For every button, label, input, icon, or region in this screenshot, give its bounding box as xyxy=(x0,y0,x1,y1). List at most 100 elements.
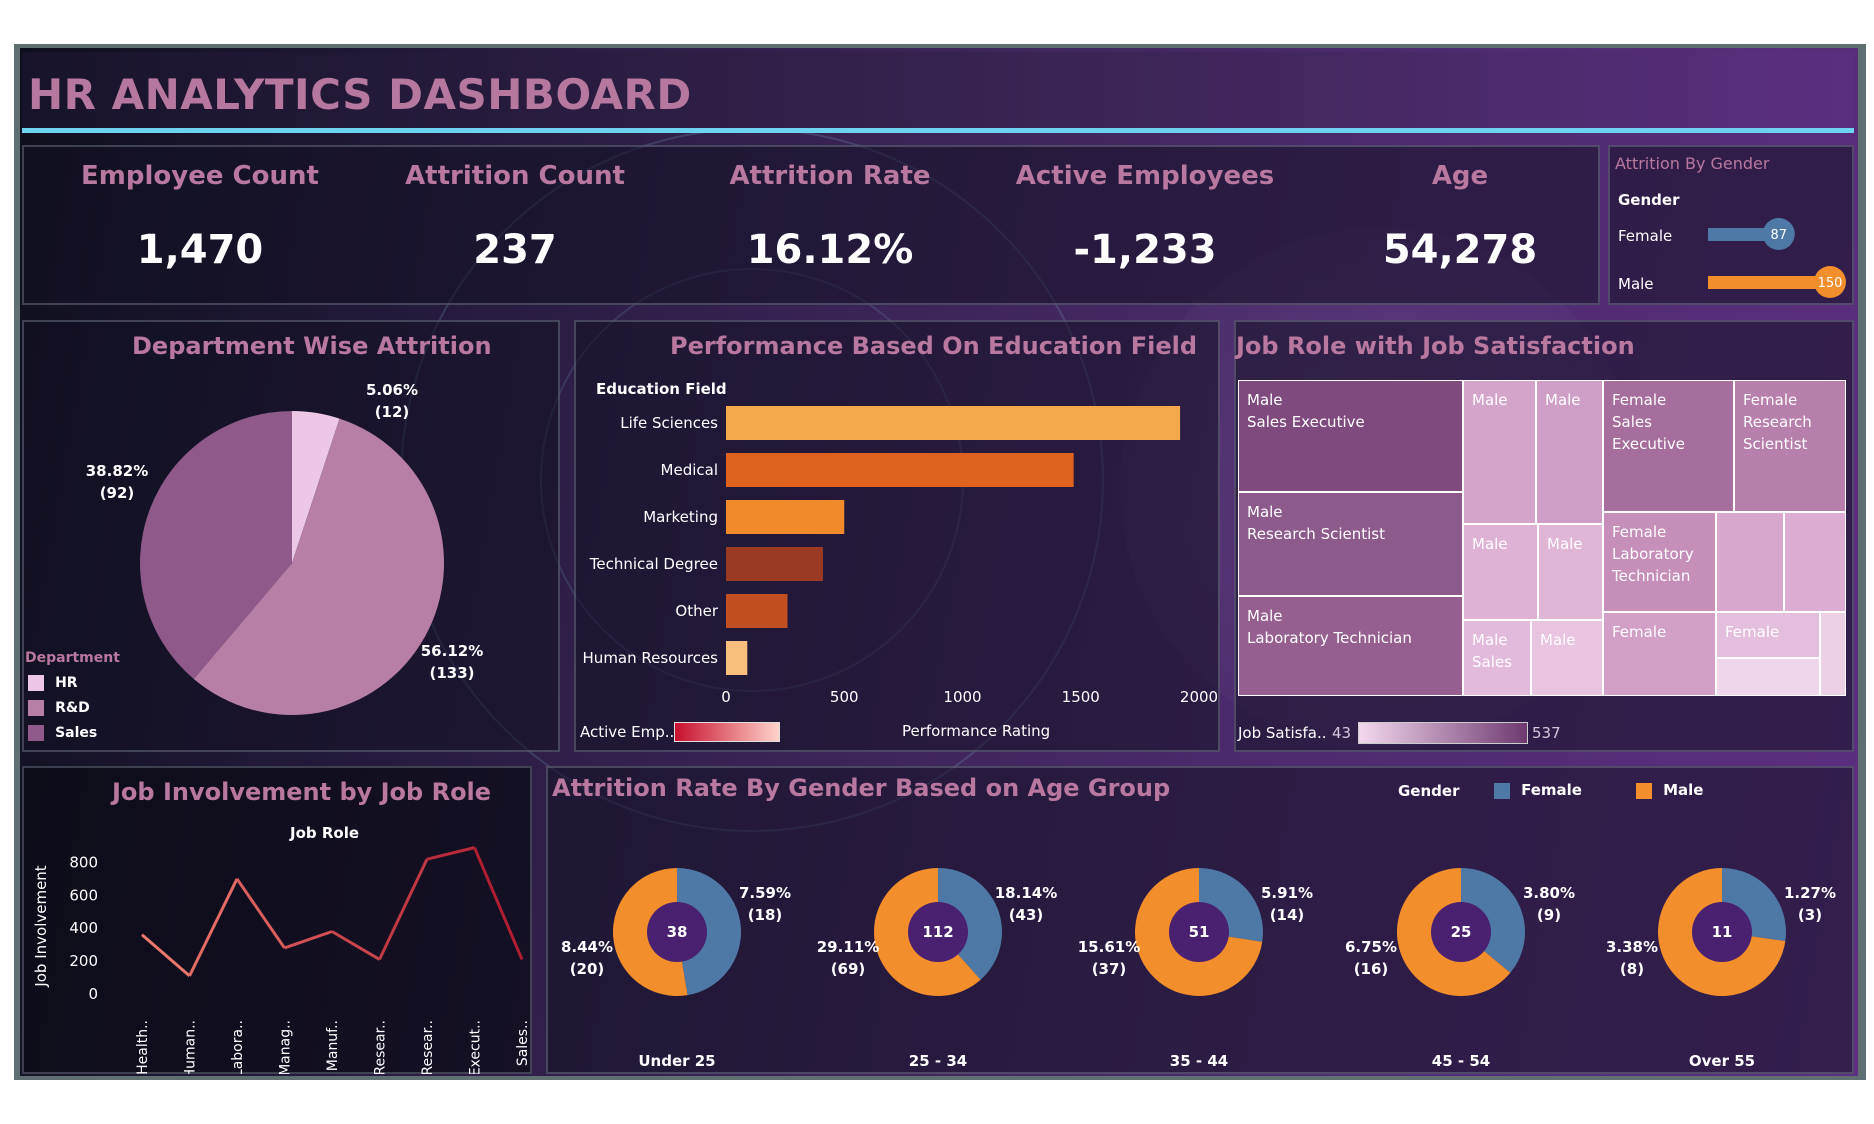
x-tick-label: Manag.. xyxy=(278,1020,294,1074)
job-satisfaction-legend-min: 43 xyxy=(1332,724,1352,742)
legend-swatch xyxy=(28,674,44,691)
education-bar xyxy=(726,547,823,581)
donut-female-count: (18) xyxy=(748,906,783,924)
treemap-cell-text: Female Sales Executive xyxy=(1612,391,1686,453)
pie-label-count: (92) xyxy=(100,484,135,502)
treemap-cell: Female Sales Executive xyxy=(1603,380,1734,512)
kpi-age-label: Age xyxy=(1431,161,1489,191)
treemap-cell xyxy=(1784,512,1846,612)
education-bar xyxy=(726,641,748,675)
page-title: HR ANALYTICS DASHBOARD xyxy=(28,70,692,119)
treemap-cell-text: Male Research Scientist xyxy=(1247,503,1385,543)
education-category-label: Life Sciences xyxy=(620,414,718,432)
age-group-label: Under 25 xyxy=(638,1052,715,1070)
attrition-by-gender-panel: Attrition By Gender Gender Female Male 8… xyxy=(1608,145,1854,305)
title-bar: HR ANALYTICS DASHBOARD xyxy=(22,52,1854,133)
treemap-cell: Female Research Scientist xyxy=(1734,380,1846,512)
kpi-active-employees-value: -1,233 xyxy=(1073,227,1217,273)
line-segment xyxy=(378,858,429,961)
donut-total: 112 xyxy=(922,923,953,941)
education-legend-label: Active Emp.. xyxy=(580,723,675,741)
treemap-cell xyxy=(1820,612,1846,696)
treemap-cell-text: Male Laboratory Technician xyxy=(1247,607,1412,647)
pie-label-pct: 38.82% xyxy=(86,462,148,480)
treemap-cell-text: Male xyxy=(1540,631,1576,649)
y-tick-label: 400 xyxy=(69,919,98,937)
donut-male-count: (69) xyxy=(831,960,866,978)
treemap-cell: Male xyxy=(1538,524,1603,620)
donut-female-count: (43) xyxy=(1009,906,1044,924)
donut-total: 25 xyxy=(1451,923,1472,941)
treemap-cell: Male Research Scientist xyxy=(1238,492,1463,596)
department-attrition-panel: Department Wise Attrition 5.06% (12) 56.12… xyxy=(22,320,560,752)
age-group-label: 45 - 54 xyxy=(1432,1052,1490,1070)
job-satisfaction-legend-max: 537 xyxy=(1532,724,1561,742)
donut-male-count: (37) xyxy=(1092,960,1127,978)
donut-male-pct: 6.75% xyxy=(1345,938,1397,956)
treemap-cell-text: Female Research Scientist xyxy=(1743,391,1812,453)
line-segment xyxy=(141,933,191,978)
treemap-cell-text: Female xyxy=(1725,623,1780,641)
education-category-label: Technical Degree xyxy=(589,555,718,573)
job-involvement-panel: Job Involvement by Job Role Job Role 0 20… xyxy=(22,766,532,1074)
donut-female-pct: 1.27% xyxy=(1784,884,1836,902)
x-tick-label: Resear.. xyxy=(373,1020,389,1074)
education-tick-label: 1000 xyxy=(943,688,981,706)
treemap-cell-text: Male xyxy=(1545,391,1581,409)
kpi-active-employees-label: Active Employees xyxy=(1015,161,1275,191)
kpi-attrition-rate-value: 16.12% xyxy=(746,227,914,273)
x-tick-label: Resear.. xyxy=(420,1020,436,1074)
department-legend-sales: Sales xyxy=(28,722,97,741)
treemap-cell-text: Female xyxy=(1612,623,1667,641)
education-bar xyxy=(726,500,845,534)
department-legend-hr: HR xyxy=(28,672,78,691)
legend-swatch xyxy=(28,724,44,741)
education-bar-chart: Life Sciences Medical Marketing Technical D… xyxy=(583,406,1218,706)
education-bar xyxy=(726,406,1181,440)
treemap-cell-text: Male Sales Executive xyxy=(1247,391,1365,431)
line-segment xyxy=(473,847,524,961)
age-group-panel: Attrition Rate By Gender Based on Age Gr… xyxy=(546,766,1854,1074)
donut-total: 51 xyxy=(1189,923,1210,941)
treemap-cell: Male xyxy=(1463,524,1538,620)
treemap-cell-text: Male Sales xyxy=(1472,631,1512,671)
job-involvement-line-chart: 0 200 400 600 800 Job Involvement Health.. Huma… xyxy=(32,846,531,1074)
education-performance-panel: Performance Based On Education Field Edu… xyxy=(574,320,1220,752)
donut-male-count: (8) xyxy=(1620,960,1644,978)
education-x-title: Performance Rating xyxy=(902,722,1051,740)
treemap-cell-text: Male xyxy=(1472,391,1508,409)
treemap-cell: Female Laboratory Technician xyxy=(1603,512,1716,612)
donut-male-count: (20) xyxy=(570,960,605,978)
donut-male-pct: 3.38% xyxy=(1606,938,1658,956)
donut-male-pct: 15.61% xyxy=(1078,938,1140,956)
treemap-cell-text: Male xyxy=(1547,535,1583,553)
donut-female-count: (9) xyxy=(1537,906,1561,924)
donut-total: 38 xyxy=(667,923,688,941)
donut-male-pct: 8.44% xyxy=(561,938,613,956)
y-tick-label: 800 xyxy=(69,853,98,871)
education-tick-label: 2000 xyxy=(1180,688,1218,706)
education-legend-gradient xyxy=(674,722,780,742)
education-bar xyxy=(726,453,1074,487)
donut-female-pct: 3.80% xyxy=(1523,884,1575,902)
y-tick-label: 600 xyxy=(69,886,98,904)
donut-female-pct: 7.59% xyxy=(739,884,791,902)
treemap-cell: Male Sales xyxy=(1463,620,1531,696)
pie-label-pct: 56.12% xyxy=(421,642,483,660)
donut-female-count: (3) xyxy=(1798,906,1822,924)
kpi-age-value: 54,278 xyxy=(1382,227,1538,273)
kpi-attrition-count-value: 237 xyxy=(473,227,557,273)
treemap-cell: Male xyxy=(1531,620,1603,696)
y-axis-title: Job Involvement xyxy=(32,865,50,987)
kpi-attrition-rate-label: Attrition Rate xyxy=(729,161,931,191)
donut-total: 11 xyxy=(1712,923,1733,941)
x-tick-label: Sales.. xyxy=(515,1020,531,1066)
department-legend-rd: R&D xyxy=(28,697,90,716)
treemap-cell: Female xyxy=(1603,612,1716,696)
treemap-cell: Male Sales Executive xyxy=(1238,380,1463,492)
treemap-cell xyxy=(1716,658,1820,696)
treemap-cell-text: Male xyxy=(1472,535,1508,553)
donut-male-count: (16) xyxy=(1354,960,1389,978)
line-segment xyxy=(188,878,239,977)
donut-female-pct: 5.91% xyxy=(1261,884,1313,902)
